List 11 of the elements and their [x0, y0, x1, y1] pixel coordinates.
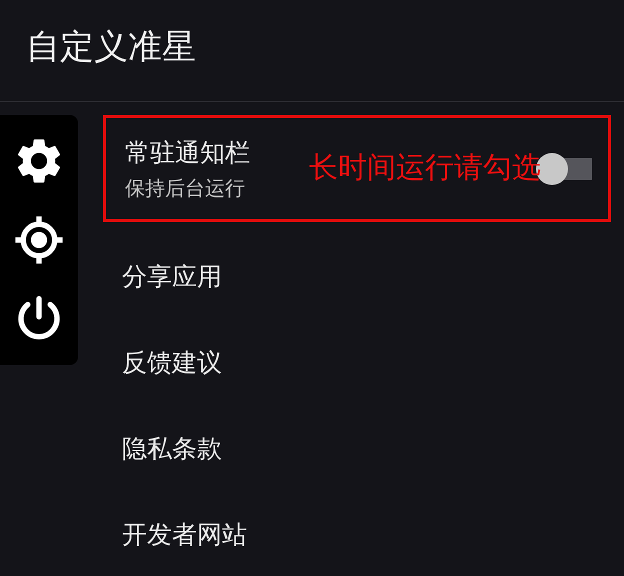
item-title: 反馈建议: [122, 346, 222, 378]
item-title: 开发者网站: [122, 518, 247, 550]
screen-title: 自定义准星: [26, 26, 196, 68]
menu-item[interactable]: 隐私条款: [103, 398, 611, 484]
item-title: 隐私条款: [122, 432, 222, 464]
item-title: 分享应用: [122, 260, 222, 292]
menu-item[interactable]: 开发者网站: [103, 484, 611, 570]
menu-item[interactable]: 反馈建议: [103, 312, 611, 398]
item-title[interactable]: 常驻通知栏: [125, 136, 250, 168]
menu-item[interactable]: 分享应用: [103, 226, 611, 312]
item-subtitle: 保持后台运行: [125, 174, 245, 202]
